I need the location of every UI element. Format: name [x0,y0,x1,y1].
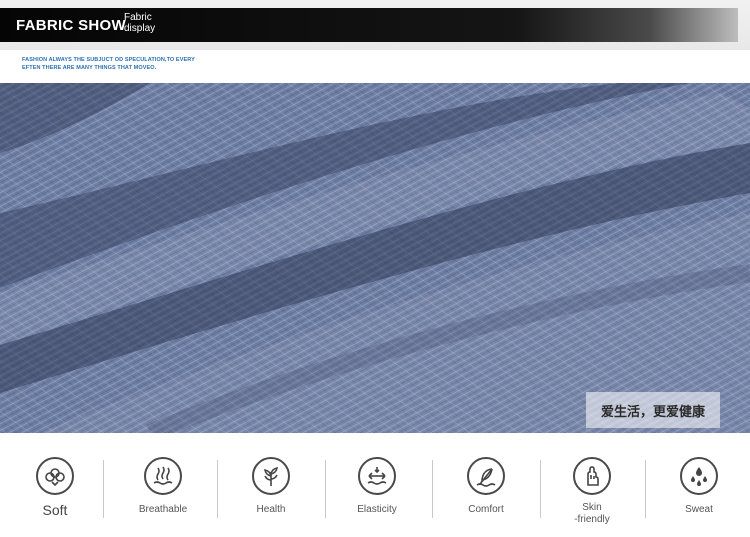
hand-icon [573,457,611,495]
page-subtitle: Fabric display [124,12,155,34]
feature-label: Elasticity [357,504,397,515]
feature-label: Sweat [685,504,713,515]
droplets-icon [680,457,718,495]
feature-sweat: Sweat [654,448,744,537]
page-title: FABRIC SHOW [16,17,126,34]
feature-skin-friendly: Skin -friendly [547,448,637,537]
feature-soft: Soft [10,448,100,537]
divider [217,460,218,518]
plant-icon [252,457,290,495]
tagline-line-1: FASHION ALWAYS THE SUBJUCT OD SPECULATIO… [22,57,195,63]
fabric-photo [0,83,750,433]
tagline-line-2: EFTEN THERE ARE MANY THINGS THAT MOVEO. [22,65,157,71]
tagline: FASHION ALWAYS THE SUBJUCT OD SPECULATIO… [22,56,195,72]
feature-label: Health [256,504,286,515]
feature-breathable: Breathable [118,448,208,537]
feature-health: Health [226,448,316,537]
feature-comfort: Comfort [441,448,531,537]
feather-icon [467,457,505,495]
divider [645,460,646,518]
feature-label: Comfort [468,504,504,515]
divider [432,460,433,518]
divider [325,460,326,518]
divider [540,460,541,518]
feature-strip: Soft Breathable Health Elasticity Comfor… [0,448,750,537]
stretch-arrows-icon [358,457,396,495]
feature-label-line-1: Skin [582,502,602,513]
divider [103,460,104,518]
feature-label: Soft [42,502,68,518]
subtitle-line-2: display [124,23,156,34]
feature-elasticity: Elasticity [332,448,422,537]
feature-label-line-2: -friendly [574,514,610,525]
feature-label: Skin -friendly [547,502,637,526]
feature-label: Breathable [138,504,188,515]
breathable-waves-icon [144,457,182,495]
subtitle-line-1: Fabric [124,12,152,23]
cotton-flower-icon [36,457,74,495]
slogan-badge: 爱生活，更爱健康 [586,392,720,428]
